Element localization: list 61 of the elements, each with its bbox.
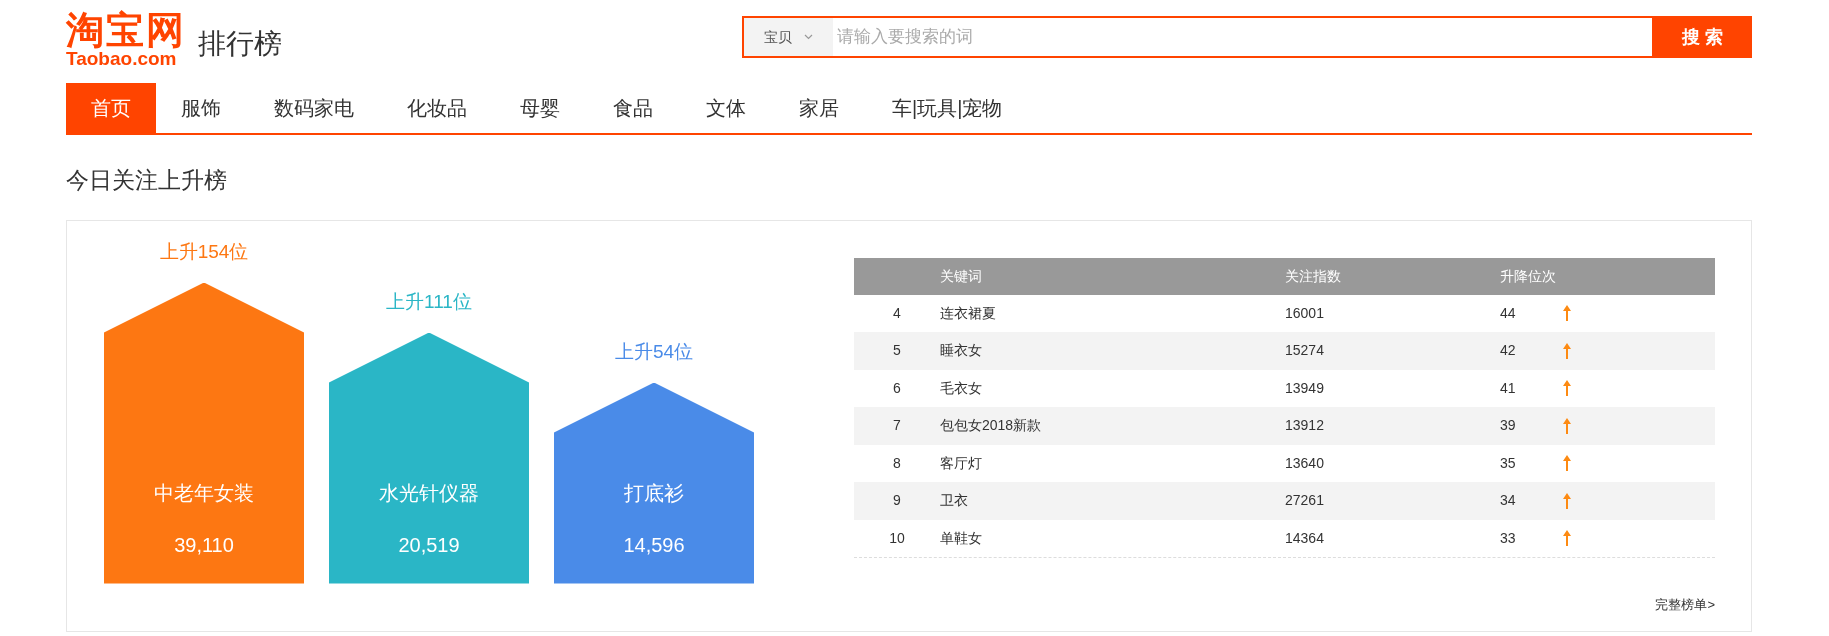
change-cell-text: 39 xyxy=(1500,416,1517,436)
up-arrow-icon xyxy=(1563,455,1571,472)
keyword-cell-text: 连衣裙夏 xyxy=(940,303,997,323)
keyword-cell-text: 单鞋女 xyxy=(940,528,983,548)
pillar-keyword: 打底衫 xyxy=(624,480,684,506)
change-cell-text: 33 xyxy=(1500,528,1517,548)
page-title: 排行榜 xyxy=(198,27,282,61)
nav-tab[interactable]: 母婴 xyxy=(495,83,585,133)
up-arrow-icon xyxy=(1563,417,1571,434)
chevron-down-icon xyxy=(804,34,813,40)
search-field[interactable]: 宝贝 请输入要搜索的词 xyxy=(742,16,1654,58)
rank-cell-text: 9 xyxy=(892,491,902,511)
section-title: 今日关注上升榜 xyxy=(66,166,228,195)
index-cell-text: 27261 xyxy=(1285,491,1325,511)
keyword-cell-text: 睡衣女 xyxy=(940,341,983,361)
pillar-index: 14,596 xyxy=(623,532,685,558)
rank-cell-text: 4 xyxy=(892,303,902,323)
index-cell-text: 13949 xyxy=(1285,378,1325,398)
full-list-link[interactable]: 完整榜单> xyxy=(1655,595,1715,615)
nav-tab[interactable]: 家居 xyxy=(774,83,864,133)
index-cell-text: 14364 xyxy=(1285,528,1325,548)
up-arrow-icon xyxy=(1563,342,1571,359)
rise-label: 上升54位 xyxy=(614,340,694,364)
search-scope-dropdown[interactable]: 宝贝 xyxy=(744,18,833,56)
nav-tab[interactable]: 服饰 xyxy=(156,83,246,133)
nav-tab[interactable]: 车|玩具|宠物 xyxy=(867,83,1028,133)
up-arrow-icon xyxy=(1563,530,1571,547)
index-cell-text: 13912 xyxy=(1285,416,1325,436)
rise-label: 上升154位 xyxy=(159,240,249,264)
pillar-index: 39,110 xyxy=(174,532,234,558)
index-cell-text: 13640 xyxy=(1285,453,1325,473)
rise-label: 上升111位 xyxy=(386,290,472,314)
nav-tab[interactable]: 食品 xyxy=(588,83,678,133)
up-arrow-icon xyxy=(1563,492,1571,509)
change-cell-text: 34 xyxy=(1500,491,1517,511)
rank-cell-text: 10 xyxy=(888,528,906,548)
rank-cell-text: 7 xyxy=(892,416,902,436)
column-header: 关键词 xyxy=(940,266,983,286)
up-arrow-icon xyxy=(1563,305,1571,322)
pillar-index: 20,519 xyxy=(398,532,460,558)
nav-tab[interactable]: 文体 xyxy=(681,83,771,133)
keyword-cell-text: 毛衣女 xyxy=(940,378,983,398)
rank-cell-text: 5 xyxy=(892,341,902,361)
pillar-keyword: 水光针仪器 xyxy=(379,480,479,506)
nav-tab[interactable]: 化妆品 xyxy=(382,83,492,133)
change-cell-text: 35 xyxy=(1500,453,1517,473)
rank-cell-text: 6 xyxy=(892,378,902,398)
column-header: 关注指数 xyxy=(1285,266,1342,286)
keyword-cell-text: 客厅灯 xyxy=(940,453,983,473)
keyword-cell-text: 包包女2018新款 xyxy=(940,416,1043,436)
change-cell-text: 42 xyxy=(1500,341,1517,361)
index-cell-text: 15274 xyxy=(1285,341,1325,361)
up-arrow-icon xyxy=(1563,380,1571,397)
pillar-keyword: 中老年女装 xyxy=(154,480,254,506)
column-header: 升降位次 xyxy=(1500,266,1556,286)
change-cell-text: 41 xyxy=(1500,378,1517,398)
nav-tab[interactable]: 数码家电 xyxy=(249,83,379,133)
rank-cell-text: 8 xyxy=(892,453,902,473)
index-cell-text: 16001 xyxy=(1285,303,1325,323)
keyword-cell-text: 卫衣 xyxy=(940,491,969,511)
change-cell-text: 44 xyxy=(1500,303,1517,323)
